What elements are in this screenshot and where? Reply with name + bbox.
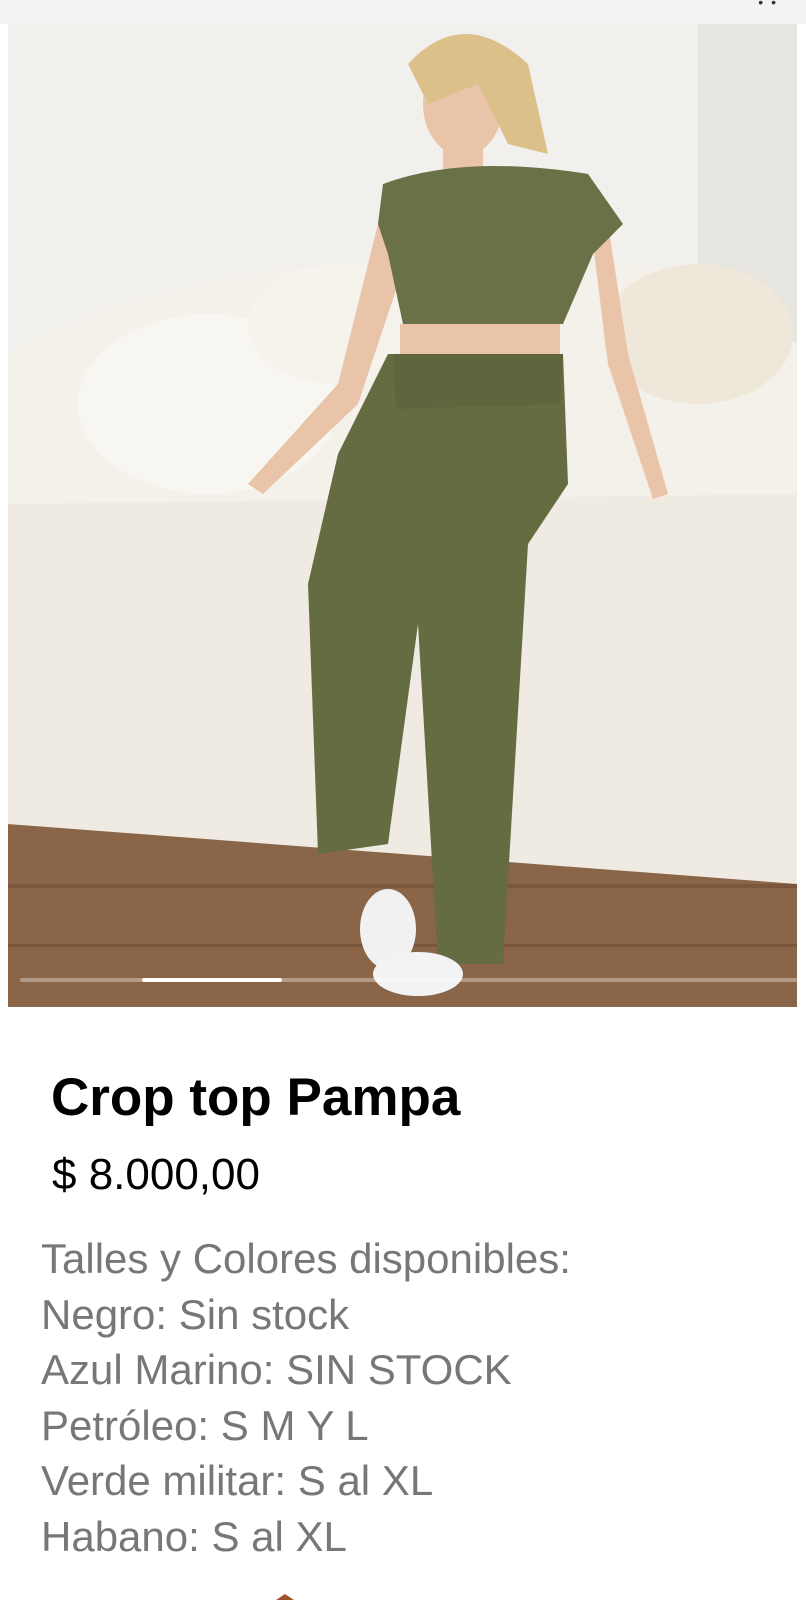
top-bar: • • — [0, 0, 806, 24]
carousel-progress-indicator — [142, 978, 282, 982]
product-info: Crop top Pampa $ 8.000,00 Talles y Color… — [0, 1007, 806, 1600]
more-icon[interactable]: • • — [758, 0, 778, 10]
product-price: $ 8.000,00 — [52, 1150, 260, 1199]
product-title: Crop top Pampa — [51, 1068, 461, 1127]
description-line: Talles y Colores disponibles: — [41, 1235, 571, 1282]
caret-up-icon[interactable] — [276, 1594, 294, 1600]
description-line: Verde militar: S al XL — [41, 1457, 434, 1504]
product-description: Talles y Colores disponibles: Negro: Sin… — [41, 1231, 571, 1564]
description-line: Petróleo: S M Y L — [41, 1401, 369, 1449]
product-photo — [8, 24, 797, 1007]
product-image-carousel[interactable] — [8, 24, 797, 1007]
description-line: Azul Marino: SIN STOCK — [41, 1346, 512, 1393]
description-line: Negro: Sin stock — [41, 1290, 350, 1338]
description-line: Habano: S al XL — [41, 1512, 347, 1560]
product-page: • • Crop top Pampa $ 8.000,00 Talles y C… — [0, 0, 806, 1600]
carousel-progress-track[interactable] — [20, 978, 797, 982]
